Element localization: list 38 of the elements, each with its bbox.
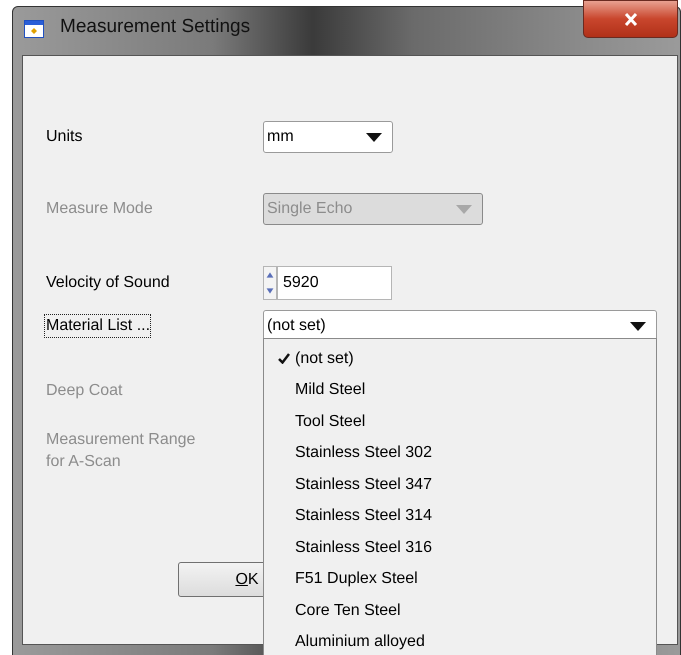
menu-item[interactable]: Mild Steel [264,374,656,406]
number-field[interactable]: 5920 [277,266,392,300]
menu-item-label: (not set) [295,348,354,369]
menu-item[interactable]: (not set) [264,343,656,374]
field-label: Units [46,127,82,147]
field-label: Material List ... [45,315,150,337]
menu-item-label: Tool Steel [295,412,366,432]
dropdown[interactable]: mm [263,121,393,153]
menu-item[interactable]: Stainless Steel 347 [264,469,656,500]
menu-item[interactable]: Tool Steel [264,406,656,438]
menu-item-label: Mild Steel [295,380,366,400]
menu-item[interactable]: Stainless Steel 316 [264,532,656,564]
dropdown-value: mm [267,127,294,147]
window-title: Measurement Settings [60,15,250,40]
field-label: Measurement Range for A-Scan [46,430,196,472]
caret-icon [366,132,382,142]
check-icon [278,352,290,364]
close-button[interactable] [583,0,678,38]
close-icon [624,12,638,26]
dropdown-value: (not set) [267,316,326,336]
menu-item[interactable]: Core Ten Steel [264,595,656,626]
menu-item-label: Stainless Steel 347 [295,474,432,495]
spin-buttons[interactable] [263,266,277,300]
menu-item-label: Aluminium alloyed [295,632,425,652]
menu-item[interactable]: Stainless Steel 302 [264,438,656,469]
dropdown-value: Single Echo [267,199,352,219]
caret-icon [630,322,646,330]
menu-item-label: Stainless Steel 314 [295,506,432,526]
field-label: Measure Mode [46,199,153,219]
menu-item[interactable]: Aluminium alloyed [264,626,656,655]
menu-item-label: Stainless Steel 316 [295,538,432,558]
field-label: Velocity of Sound [46,273,170,293]
caret-icon [456,204,472,214]
field-label: Deep Coat [46,381,122,401]
app-icon [24,20,44,38]
menu-item[interactable]: Stainless Steel 314 [264,500,656,532]
menu-item-label: Core Ten Steel [295,600,401,621]
menu-item-label: Stainless Steel 302 [295,443,432,464]
